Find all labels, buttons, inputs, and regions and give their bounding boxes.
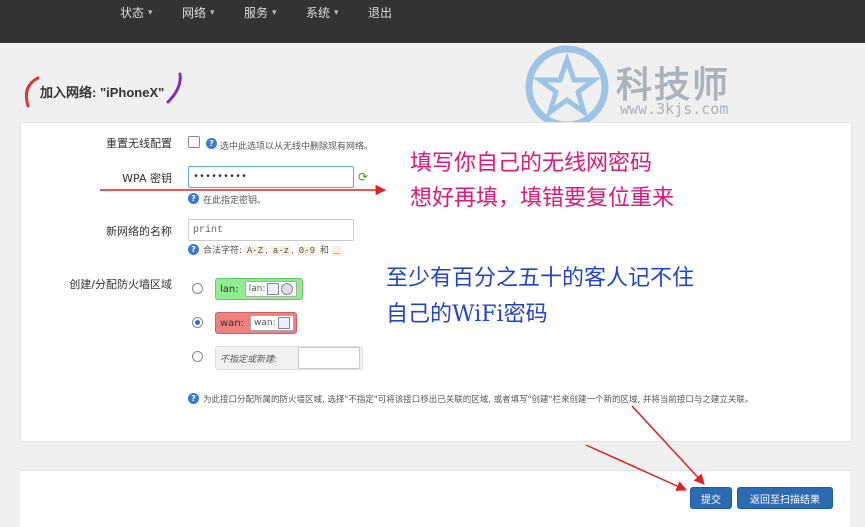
arrow-to-submit-2 bbox=[585, 444, 687, 491]
annotation-arrows bbox=[100, 184, 705, 491]
arrow-to-submit-1 bbox=[631, 405, 705, 485]
